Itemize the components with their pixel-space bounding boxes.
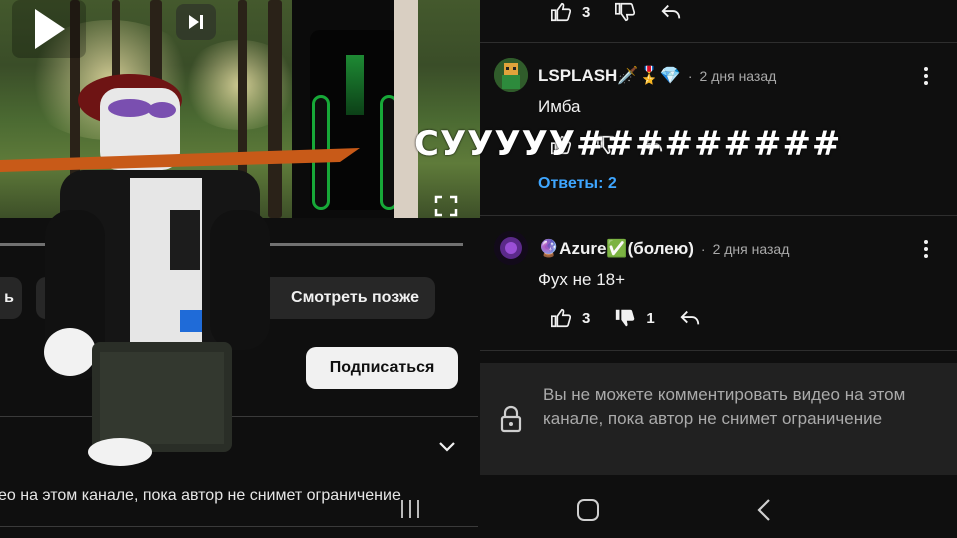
reply-icon xyxy=(680,310,699,325)
like-button[interactable]: 3 xyxy=(550,1,590,23)
lock-icon xyxy=(500,405,522,433)
overlay-caption: СУУУУУ######### xyxy=(414,124,842,164)
like-button[interactable]: 3 xyxy=(550,307,590,329)
dislike-icon xyxy=(615,2,636,22)
comments-panel: 3 LSPLASH🗡️🎖️💎 · 2 дня назад Имба Ответы… xyxy=(480,0,957,538)
comment-author[interactable]: LSPLASH🗡️🎖️💎 xyxy=(538,66,681,86)
comment-time: 2 дня назад xyxy=(699,68,777,84)
comment-header: LSPLASH🗡️🎖️💎 · 2 дня назад xyxy=(538,66,777,86)
system-nav-bar xyxy=(480,475,957,538)
comment-actions: 3 xyxy=(550,0,706,24)
comment-author[interactable]: 🔮Azure✅(болею) xyxy=(538,239,694,259)
comment-actions: 3 1 xyxy=(550,306,725,330)
divider xyxy=(480,42,957,43)
comment-header: 🔮Azure✅(болею) · 2 дня назад xyxy=(538,239,790,259)
like-icon xyxy=(551,308,572,328)
reply-icon xyxy=(661,4,681,19)
comment-restriction-text: Вы не можете комментировать видео на это… xyxy=(543,385,906,428)
dislike-button[interactable]: 1 xyxy=(614,307,655,329)
avatar-sticker xyxy=(0,74,360,466)
avatar-image xyxy=(494,58,528,92)
comment-text: Имба xyxy=(538,97,581,116)
avatar-image xyxy=(494,231,528,265)
replies-link[interactable]: Ответы: 2 xyxy=(538,175,617,193)
avatar[interactable] xyxy=(494,58,528,92)
dislike-icon xyxy=(616,309,635,327)
avatar[interactable] xyxy=(494,231,528,265)
comment-restriction-box: Вы не можете комментировать видео на это… xyxy=(480,363,957,475)
play-icon xyxy=(35,9,65,49)
like-icon xyxy=(551,2,572,22)
reply-button[interactable] xyxy=(679,307,701,329)
comment-text: Фух не 18+ xyxy=(538,270,626,289)
divider xyxy=(480,215,957,216)
more-icon[interactable] xyxy=(921,66,931,86)
chevron-down-icon[interactable] xyxy=(437,440,457,454)
divider xyxy=(480,350,957,351)
divider xyxy=(0,526,478,527)
recent-apps-icon[interactable] xyxy=(398,498,422,520)
dislike-button[interactable] xyxy=(614,1,636,23)
more-icon[interactable] xyxy=(921,239,931,259)
comment-time: 2 дня назад xyxy=(712,241,790,257)
play-button[interactable] xyxy=(12,0,86,58)
reply-button[interactable] xyxy=(660,1,682,23)
back-icon[interactable] xyxy=(756,497,772,523)
video-page-pane: ь Смотреть позже Подписаться ео на этом … xyxy=(0,0,480,538)
home-icon[interactable] xyxy=(577,499,599,521)
next-video-button[interactable] xyxy=(176,4,216,40)
next-icon xyxy=(189,15,203,29)
fullscreen-icon[interactable] xyxy=(434,195,458,217)
